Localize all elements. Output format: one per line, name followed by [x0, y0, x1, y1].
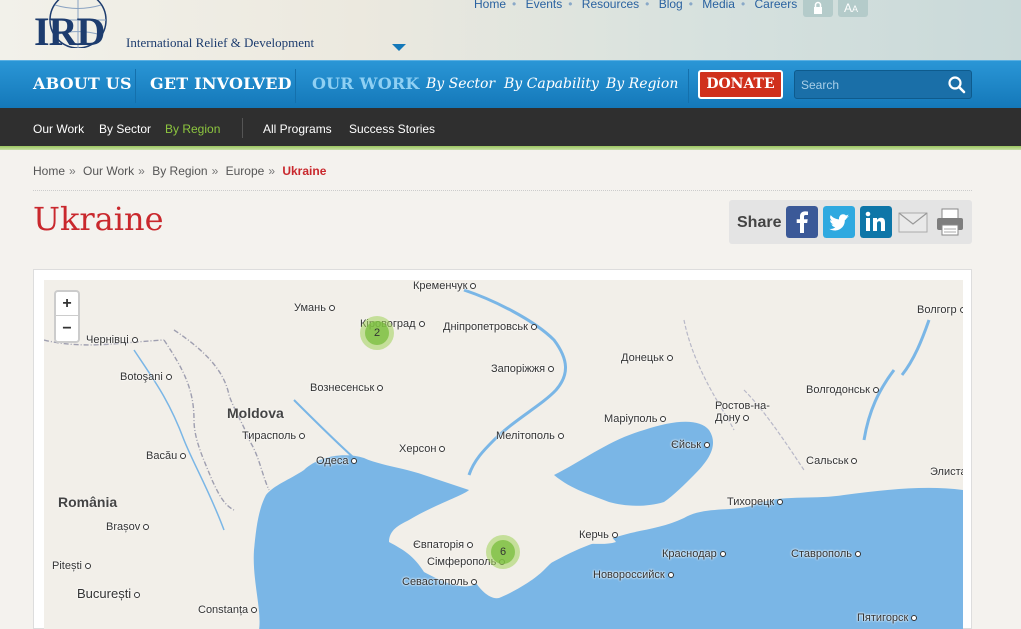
share-label: Share [737, 214, 782, 231]
city-label: Вознесенськ [310, 382, 383, 394]
search-box [794, 70, 972, 99]
city-label: Тихорецк [727, 496, 783, 508]
nav-get-involved[interactable]: GET INVOLVED [150, 74, 292, 93]
subnav-by-region[interactable]: By Region [165, 122, 220, 136]
nav-by-sector[interactable]: By Sector [426, 76, 495, 92]
utility-link-resources[interactable]: Resources [582, 0, 639, 11]
main-nav: ABOUT US GET INVOLVED OUR WORK By Sector… [0, 60, 1021, 108]
country-label: Moldova [227, 405, 284, 421]
sub-nav: Our Work By Sector By Region All Program… [0, 108, 1021, 146]
breadcrumb-our-work[interactable]: Our Work [83, 164, 134, 178]
nav-our-work[interactable]: OUR WORK [312, 74, 419, 93]
city-label: Constanța [198, 604, 257, 616]
city-label: Brașov [106, 521, 149, 533]
nav-divider [135, 69, 136, 103]
tagline: International Relief & Development [126, 35, 315, 50]
city-label: Ставрополь [791, 548, 861, 560]
city-label: Новороссийск [593, 569, 674, 581]
city-label: Botoşani [120, 371, 172, 383]
text-size-icon[interactable]: AA [838, 0, 868, 17]
breadcrumb-home[interactable]: Home [33, 164, 65, 178]
city-label: Єйськ [671, 439, 710, 451]
zoom-control: + − [54, 290, 80, 343]
nav-about-us[interactable]: ABOUT US [33, 74, 132, 93]
cluster-count: 2 [365, 321, 389, 345]
city-label: Чернівці [86, 334, 138, 346]
nav-divider [688, 69, 689, 103]
map-container: Moldova România Кременчук Умань Кіровогр… [33, 269, 972, 629]
map-cluster-marker[interactable]: 2 [360, 316, 394, 350]
accent-bar [0, 146, 1021, 150]
utility-nav: Home • Events • Resources • Blog • Media • Ca… [474, 0, 797, 11]
breadcrumb-by-region[interactable]: By Region [152, 164, 207, 178]
subnav-divider [242, 118, 243, 138]
nav-divider [295, 69, 296, 103]
subnav-all-programs[interactable]: All Programs [263, 122, 332, 136]
region-map[interactable]: Moldova România Кременчук Умань Кіровогр… [44, 280, 963, 629]
city-label: Pitești [52, 560, 91, 572]
cluster-count: 6 [491, 540, 515, 564]
donate-button[interactable]: DONATE [698, 70, 783, 99]
logo-text: IRD [34, 9, 105, 54]
city-label: Волгодонськ [806, 384, 879, 396]
nav-by-region[interactable]: By Region [606, 76, 678, 92]
breadcrumb-current: Ukraine [282, 164, 327, 178]
city-label: Тирасполь [242, 430, 305, 442]
print-icon[interactable] [934, 206, 966, 238]
city-label: Пятигорск [857, 612, 917, 624]
city-label: Одеса [316, 455, 357, 467]
city-label: Bacău [146, 450, 186, 462]
breadcrumb-europe[interactable]: Europe [226, 164, 265, 178]
site-header: IRD International Relief & Development H… [0, 0, 1021, 60]
country-label: România [58, 494, 118, 510]
subnav-by-sector[interactable]: By Sector [99, 122, 151, 136]
utility-link-media[interactable]: Media [702, 0, 735, 11]
city-label: Запоріжжя [491, 363, 554, 375]
city-label: București [77, 586, 140, 601]
city-label: Кременчук [413, 280, 476, 292]
lock-icon[interactable] [803, 0, 833, 17]
city-label: Ростов-на-Дону [715, 400, 775, 424]
utility-link-home[interactable]: Home [474, 0, 506, 11]
zoom-in-button[interactable]: + [56, 292, 78, 316]
twitter-icon[interactable] [823, 206, 855, 238]
nav-by-capability[interactable]: By Capability [504, 76, 599, 92]
city-label: Сальськ [806, 455, 857, 467]
city-label: Керчь [579, 529, 618, 541]
nav-active-caret [392, 44, 406, 51]
utility-link-events[interactable]: Events [526, 0, 563, 11]
zoom-out-button[interactable]: − [56, 317, 78, 341]
utility-link-blog[interactable]: Blog [659, 0, 683, 11]
search-input[interactable] [801, 76, 941, 94]
city-label: Волгогр [917, 304, 963, 316]
subnav-success-stories[interactable]: Success Stories [349, 122, 435, 136]
map-cluster-marker[interactable]: 6 [486, 535, 520, 569]
search-icon[interactable] [947, 75, 967, 95]
city-label: Херсон [399, 443, 445, 455]
city-label: Дніпропетровськ [443, 321, 537, 333]
city-label: Краснодар [662, 548, 726, 560]
share-bar: Share [729, 200, 972, 244]
breadcrumb: Home» Our Work» By Region» Europe» Ukrai… [33, 164, 327, 178]
city-label: Мелітополь [496, 430, 564, 442]
utility-link-careers[interactable]: Careers [755, 0, 798, 11]
city-label: Севастополь [402, 576, 477, 588]
page-title: Ukraine [33, 200, 164, 238]
subnav-our-work[interactable]: Our Work [33, 122, 84, 136]
linkedin-icon[interactable] [860, 206, 892, 238]
city-label: Маріуполь [604, 413, 666, 425]
city-label: Донецьк [621, 352, 673, 364]
facebook-icon[interactable] [786, 206, 818, 238]
city-label: Євпаторія [413, 539, 473, 551]
city-label: Элиста [930, 466, 963, 478]
email-icon[interactable] [897, 206, 929, 238]
svg-text:A: A [844, 1, 852, 14]
svg-text:A: A [852, 4, 858, 14]
breadcrumb-divider [33, 190, 972, 191]
city-label: Умань [294, 302, 335, 314]
